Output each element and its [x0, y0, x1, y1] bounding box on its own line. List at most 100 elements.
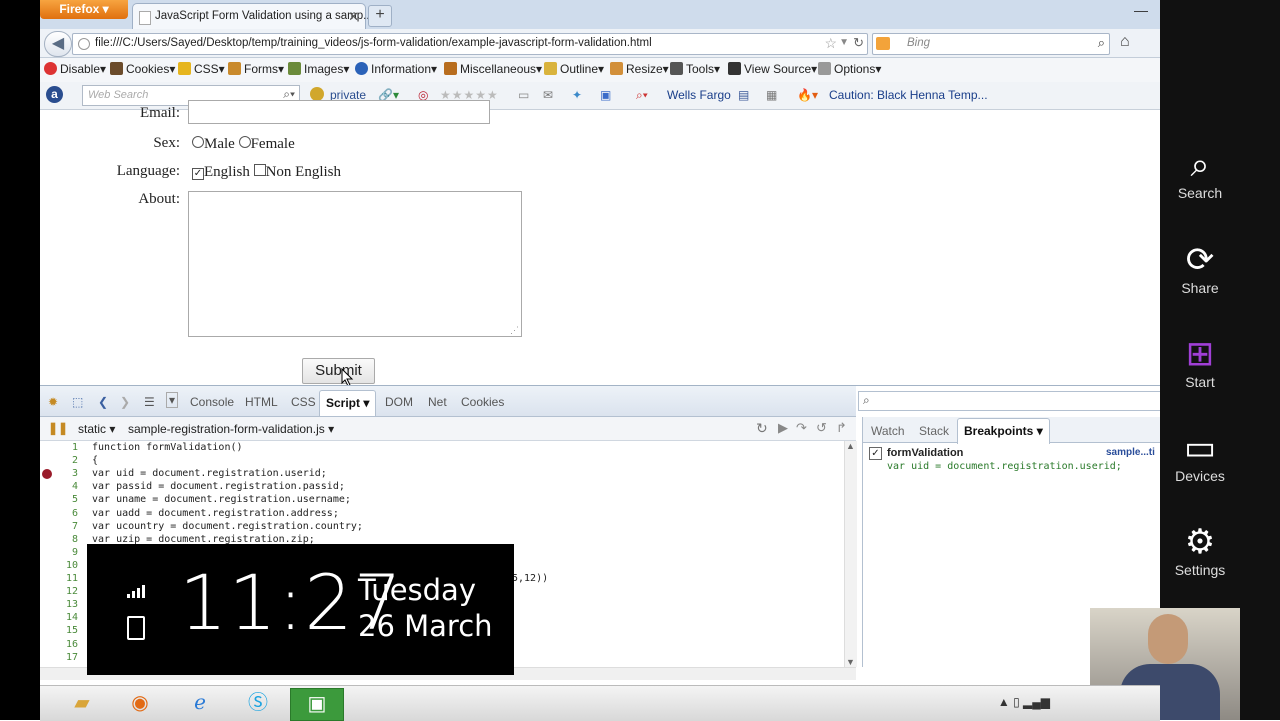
line-number[interactable]: 10	[58, 560, 78, 571]
menu-icon[interactable]: ☰	[144, 395, 155, 409]
script-filter-dropdown[interactable]: static ▾	[78, 422, 115, 436]
line-number[interactable]: 16	[58, 639, 78, 650]
breakpoint-checkbox[interactable]: ✓	[869, 447, 882, 460]
line-number[interactable]: 14	[58, 612, 78, 623]
tab-dom[interactable]: DOM	[385, 395, 413, 409]
line-number[interactable]: 3	[58, 468, 78, 479]
bing-engine-icon[interactable]	[876, 37, 890, 50]
line-number[interactable]: 1	[58, 442, 78, 453]
submit-button[interactable]: Submit	[302, 358, 375, 384]
line-number[interactable]: 13	[58, 599, 78, 610]
dev-forms-menu[interactable]: Forms▾	[228, 62, 284, 76]
wells-fargo-link[interactable]: Wells Fargo	[667, 88, 731, 102]
about-textarea[interactable]: ⋰	[188, 191, 522, 337]
line-number[interactable]: 5	[58, 494, 78, 505]
chevron-down-icon[interactable]: ▾	[166, 392, 179, 408]
line-number[interactable]: 7	[58, 521, 78, 532]
dev-images-menu[interactable]: Images▾	[288, 62, 349, 76]
line-number[interactable]: 9	[58, 547, 78, 558]
charm-search[interactable]: ⌕ Search	[1160, 145, 1240, 201]
bookmark-star-icon[interactable]: ☆	[824, 35, 837, 52]
facebook-icon[interactable]: ▤	[738, 88, 749, 102]
dev-css-menu[interactable]: CSS▾	[178, 62, 225, 76]
network-icon[interactable]: ▂▄▆	[1023, 695, 1050, 709]
image-icon[interactable]: ▦	[766, 88, 777, 102]
charm-start[interactable]: ⊞ Start	[1160, 334, 1240, 390]
rerun-icon[interactable]: ↻	[756, 420, 768, 437]
line-number[interactable]: 15	[58, 625, 78, 636]
line-number[interactable]: 2	[58, 455, 78, 466]
file-explorer-icon[interactable]: ▰	[56, 688, 108, 719]
tab-active[interactable]: JavaScript Form Validation using a samp.…	[132, 3, 373, 30]
male-radio[interactable]	[192, 136, 204, 148]
firebug-search-input[interactable]: ⌕	[858, 391, 1160, 411]
home-icon[interactable]: ⌂	[1120, 33, 1130, 51]
continue-icon[interactable]: ▶	[778, 420, 788, 436]
back-arrow-icon[interactable]: ❮	[98, 395, 108, 409]
search-icon[interactable]: ⌕	[1098, 35, 1105, 51]
charm-share[interactable]: ⟳ Share	[1160, 240, 1240, 296]
address-bar[interactable]: file:///C:/Users/Sayed/Desktop/temp/trai…	[72, 33, 868, 55]
non-english-checkbox[interactable]	[253, 164, 266, 176]
forward-arrow-icon[interactable]: ❯	[120, 395, 130, 409]
line-number[interactable]: 6	[58, 508, 78, 519]
scroll-up-icon[interactable]: ▲	[846, 441, 855, 451]
dev-outline-menu[interactable]: Outline▾	[544, 62, 604, 76]
step-into-icon[interactable]: ↺	[816, 420, 827, 436]
step-out-icon[interactable]: ↱	[836, 420, 847, 436]
line-number[interactable]: 17	[58, 652, 78, 663]
firefox-menu-button[interactable]: Firefox ▾	[40, 0, 128, 19]
code-vertical-scrollbar[interactable]: ▲ ▼	[844, 441, 857, 667]
tab-watch[interactable]: Watch	[871, 424, 905, 438]
step-over-icon[interactable]: ↷	[796, 420, 807, 436]
tab-net[interactable]: Net	[428, 395, 447, 409]
skype-icon[interactable]: Ⓢ	[232, 688, 284, 719]
recorder-icon[interactable]: ▣	[290, 688, 344, 721]
chevron-down-icon[interactable]: ▼	[839, 37, 849, 48]
clipboard-icon[interactable]: ▣	[600, 88, 611, 102]
internet-explorer-icon[interactable]: ℯ	[174, 688, 226, 719]
firefox-icon[interactable]: ◉	[114, 688, 166, 719]
dev-view-source-menu[interactable]: View Source▾	[728, 62, 817, 76]
devices-tray-icon[interactable]: ▯	[1013, 695, 1020, 709]
sparkle-icon[interactable]: ✦	[572, 88, 582, 102]
tab-cookies[interactable]: Cookies	[461, 395, 504, 409]
email-field[interactable]	[188, 100, 490, 124]
female-radio[interactable]	[238, 136, 251, 148]
new-tab-button[interactable]: +	[368, 5, 392, 27]
tab-css[interactable]: CSS	[291, 395, 316, 409]
tab-breakpoints[interactable]: Breakpoints ▾	[957, 418, 1050, 444]
dev-information-menu[interactable]: Information▾	[355, 62, 437, 76]
mail-icon[interactable]: ✉	[543, 88, 553, 102]
tab-stack[interactable]: Stack	[919, 424, 949, 438]
dev-options-menu[interactable]: Options▾	[818, 62, 881, 76]
charm-devices[interactable]: ▭ Devices	[1160, 428, 1240, 484]
line-number[interactable]: 11	[58, 573, 78, 584]
script-file-dropdown[interactable]: sample-registration-form-validation.js ▾	[128, 422, 334, 436]
line-number[interactable]: 12	[58, 586, 78, 597]
ask-logo-icon[interactable]: a	[46, 86, 63, 103]
fire-icon[interactable]: 🔥▾	[797, 88, 818, 102]
resize-grip-icon[interactable]: ⋰	[510, 325, 519, 336]
tab-console[interactable]: Console	[190, 395, 234, 409]
tab-html[interactable]: HTML	[245, 395, 278, 409]
breakpoint-file-link[interactable]: sample...ti	[1106, 447, 1155, 458]
pause-icon[interactable]: ❚❚	[48, 421, 68, 435]
caution-news-link[interactable]: Caution: Black Henna Temp...	[829, 88, 988, 102]
dev-resize-menu[interactable]: Resize▾	[610, 62, 669, 76]
charm-settings[interactable]: ⚙ Settings	[1160, 522, 1240, 578]
notepad-icon[interactable]: ▭	[518, 88, 529, 102]
firebug-bug-icon[interactable]: ✹	[48, 395, 58, 409]
back-button[interactable]: ◀	[44, 31, 72, 57]
dev-disable-menu[interactable]: Disable▾	[44, 62, 106, 76]
line-number[interactable]: 4	[58, 481, 78, 492]
close-icon[interactable]: ✕	[348, 9, 359, 25]
dev-tools-menu[interactable]: Tools▾	[670, 62, 720, 76]
search-bar[interactable]: Bing ⌕	[872, 33, 1110, 55]
reload-icon[interactable]: ↻	[853, 35, 864, 51]
chevron-up-icon[interactable]: ▲	[998, 695, 1010, 709]
search-tool-icon[interactable]: ⌕▾	[636, 88, 648, 103]
inspect-icon[interactable]: ⬚	[72, 395, 83, 409]
tab-script[interactable]: Script ▾	[319, 390, 377, 416]
dev-misc-menu[interactable]: Miscellaneous▾	[444, 62, 542, 76]
